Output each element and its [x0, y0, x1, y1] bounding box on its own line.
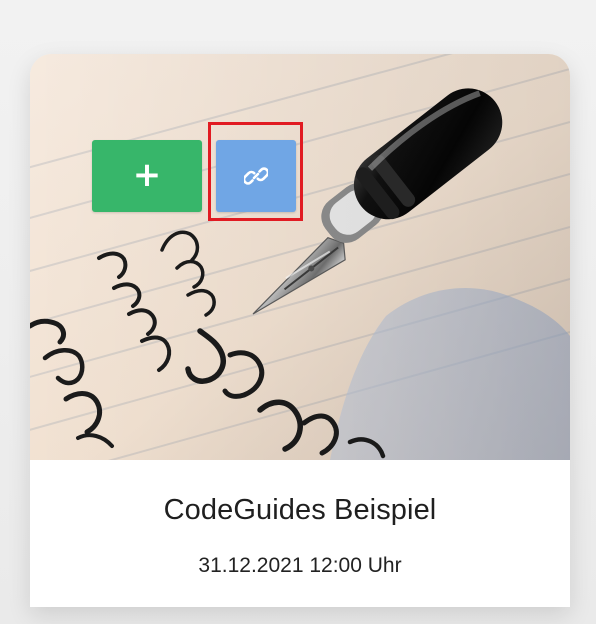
link-icon [244, 164, 268, 188]
content-card[interactable]: + CodeGuides Beispiel 31.12.2021 12:00 U… [30, 54, 570, 607]
card-title: CodeGuides Beispiel [163, 494, 437, 526]
card-date: 31.12.2021 12:00 Uhr [198, 554, 402, 577]
card-image: + [30, 54, 570, 460]
link-button[interactable] [216, 140, 296, 212]
add-button[interactable]: + [92, 140, 202, 212]
card-footer: CodeGuides Beispiel 31.12.2021 12:00 Uhr [30, 460, 570, 607]
plus-icon: + [132, 155, 162, 195]
page-background: + CodeGuides Beispiel 31.12.2021 12:00 U… [0, 0, 596, 624]
fountain-pen-photo [30, 54, 570, 460]
